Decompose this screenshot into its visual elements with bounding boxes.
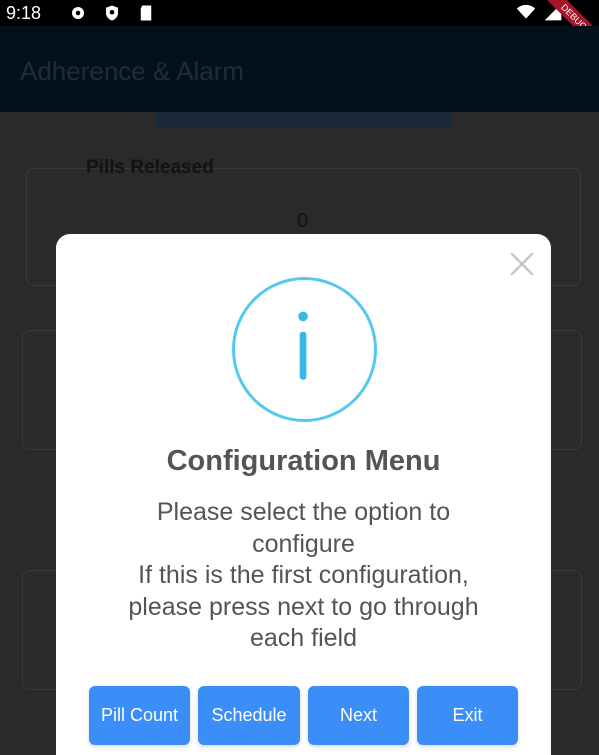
- dialog-message-line: please press next to go through: [128, 592, 479, 621]
- dialog-actions: Pill Count Schedule Next Exit: [0, 686, 599, 746]
- pills-released-value: 0: [297, 210, 309, 232]
- gear-icon: [72, 7, 85, 19]
- dialog-message-line: Please select the option to: [156, 498, 451, 526]
- app-title: Adherence & Alarm: [20, 56, 245, 86]
- dialog-message-line: If this is the first configuration,: [138, 561, 469, 589]
- app-bar: Adherence & Alarm: [0, 26, 599, 112]
- close-icon[interactable]: [508, 250, 536, 278]
- status-time: 9:18: [6, 2, 42, 23]
- dialog-message-line: each field: [249, 624, 358, 652]
- tab-indicator: [156, 112, 452, 128]
- sd-card-icon: [140, 5, 152, 21]
- dialog-title: Configuration Menu: [166, 445, 441, 477]
- wifi-icon: [516, 4, 536, 19]
- schedule-button[interactable]: Schedule: [198, 686, 300, 745]
- pills-released-label: Pills Released: [86, 157, 214, 178]
- dialog-message-line: configure: [252, 529, 355, 558]
- shield-icon: [106, 5, 119, 21]
- next-button[interactable]: Next: [308, 686, 409, 745]
- dialog-message: Please select the option to configure If…: [86, 497, 521, 655]
- info-icon: [232, 277, 377, 422]
- exit-button[interactable]: Exit: [417, 686, 518, 745]
- pill-count-button[interactable]: Pill Count: [89, 686, 190, 745]
- status-bar: 9:18 DEBUG: [0, 0, 599, 54]
